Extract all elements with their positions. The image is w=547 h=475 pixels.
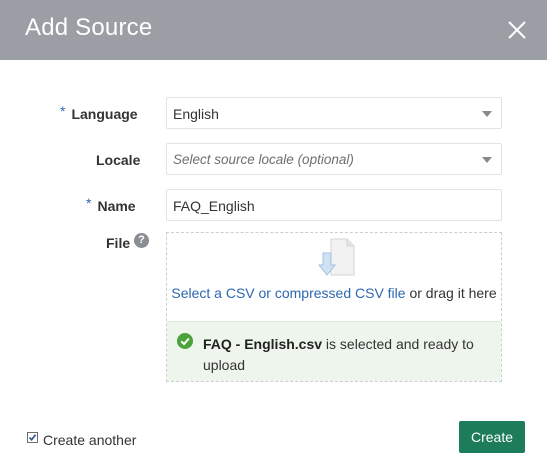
status-message: FAQ - English.csv is selected and ready … — [203, 334, 493, 376]
selected-file-name: FAQ - English.csv — [203, 336, 323, 352]
language-value: English — [173, 106, 219, 122]
dialog-header: Add Source — [0, 0, 547, 60]
locale-label: Locale — [96, 152, 141, 168]
select-file-link[interactable]: Select a CSV or compressed CSV file — [171, 285, 405, 301]
drop-suffix: or drag it here — [405, 285, 497, 301]
dropzone-text: Select a CSV or compressed CSV file or d… — [167, 285, 501, 301]
name-input[interactable]: FAQ_English — [166, 189, 502, 221]
chevron-down-icon — [482, 157, 492, 163]
check-circle-icon — [177, 333, 193, 349]
required-marker: * — [86, 195, 92, 211]
language-select[interactable]: English — [166, 97, 502, 129]
file-label: File — [106, 235, 131, 251]
file-upload-icon — [317, 238, 355, 276]
dialog-title: Add Source — [25, 14, 153, 41]
create-another-label[interactable]: Create another — [43, 432, 136, 448]
locale-placeholder: Select source locale (optional) — [173, 152, 354, 167]
required-marker: * — [60, 103, 66, 119]
checkmark-icon — [28, 434, 37, 442]
close-icon[interactable] — [503, 16, 531, 44]
name-value: FAQ_English — [173, 198, 255, 214]
upload-status: FAQ - English.csv is selected and ready … — [167, 321, 501, 381]
locale-select[interactable]: Select source locale (optional) — [166, 143, 502, 175]
create-another-checkbox[interactable] — [27, 432, 38, 443]
name-label: * Name — [86, 195, 136, 214]
file-dropzone[interactable]: Select a CSV or compressed CSV file or d… — [166, 232, 502, 382]
add-source-dialog: Add Source * Language English Locale Sele… — [0, 0, 547, 475]
language-label: * Language — [60, 103, 138, 122]
chevron-down-icon — [482, 111, 492, 117]
help-icon[interactable]: ? — [134, 233, 149, 248]
create-button[interactable]: Create — [459, 421, 525, 453]
